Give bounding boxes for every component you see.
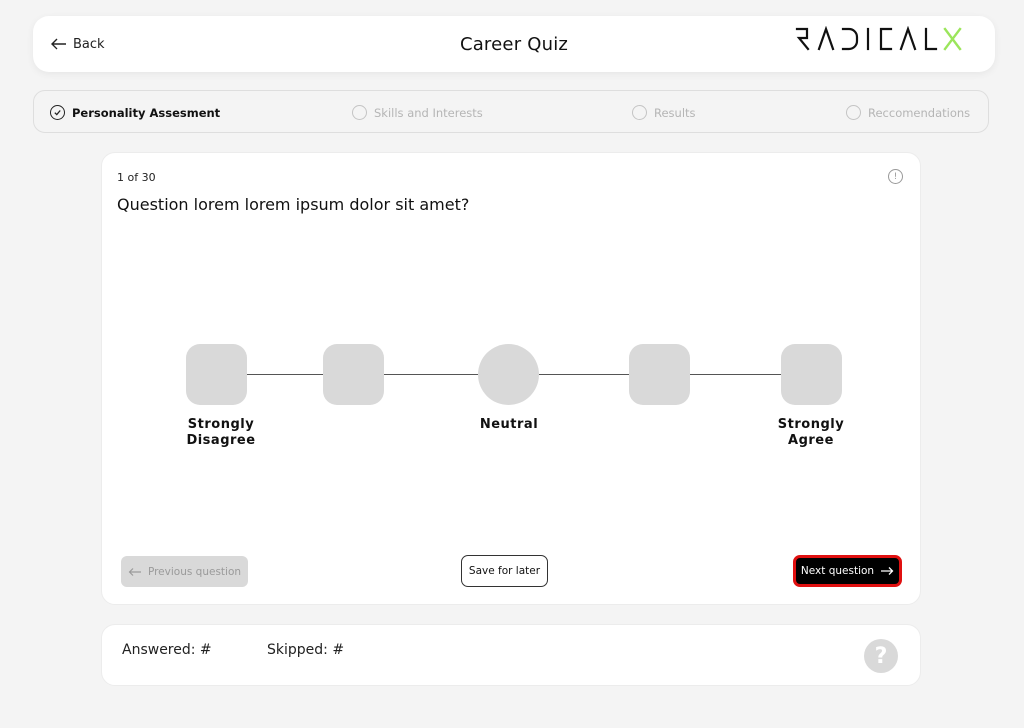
scale-connector (539, 374, 630, 375)
step-personality-assessment[interactable]: Personality Assesment (50, 91, 220, 134)
circle-icon (352, 105, 367, 120)
step-label: Personality Assesment (72, 105, 221, 120)
save-for-later-button[interactable]: Save for later (461, 555, 548, 587)
previous-label: Previous question (147, 565, 242, 578)
step-label: Reccomendations (868, 105, 971, 120)
circle-icon (632, 105, 647, 120)
step-results[interactable]: Results (632, 91, 696, 134)
option-disagree[interactable] (323, 344, 384, 405)
question-card: 1 of 30 ! Question lorem lorem ipsum dol… (101, 152, 921, 605)
scale-connector (384, 374, 479, 375)
radicalx-logo (795, 26, 962, 51)
info-icon[interactable]: ! (888, 169, 903, 184)
label-line: Disagree (186, 433, 256, 448)
step-label: Results (654, 105, 696, 120)
option-agree[interactable] (629, 344, 690, 405)
arrow-right-icon (881, 567, 894, 575)
check-circle-icon (50, 105, 65, 120)
step-recommendations[interactable]: Reccomendations (846, 91, 970, 134)
circle-icon (846, 105, 861, 120)
step-label: Skills and Interests (374, 105, 483, 120)
label-neutral: Neutral (479, 417, 539, 432)
previous-question-button[interactable]: Previous question (121, 556, 248, 587)
scale-connector (690, 374, 782, 375)
quiz-stats-bar: Answered: # Skipped: # ? (101, 624, 921, 686)
skipped-count: Skipped: # (267, 642, 345, 658)
label-strongly-agree: Strongly Agree (756, 417, 866, 449)
header-bar: Back Career Quiz (33, 16, 995, 72)
scale-connector (247, 374, 324, 375)
option-strongly-disagree[interactable] (186, 344, 247, 405)
step-skills-interests[interactable]: Skills and Interests (352, 91, 483, 134)
back-label: Back (73, 36, 105, 52)
label-line: Strongly (777, 417, 845, 432)
arrow-left-icon (128, 567, 141, 576)
help-icon[interactable]: ? (864, 639, 898, 673)
option-neutral[interactable] (478, 344, 539, 405)
label-line: Agree (788, 433, 834, 448)
label-strongly-disagree: Strongly Disagree (166, 417, 276, 449)
next-question-button[interactable]: Next question (793, 555, 902, 587)
arrow-left-icon (51, 38, 66, 50)
answered-count: Answered: # (122, 642, 212, 658)
question-counter: 1 of 30 (117, 171, 156, 184)
option-strongly-agree[interactable] (781, 344, 842, 405)
next-label: Next question (800, 565, 875, 577)
question-text: Question lorem lorem ipsum dolor sit ame… (117, 195, 470, 214)
back-button[interactable]: Back (51, 16, 105, 72)
progress-stepper: Personality Assesment Skills and Interes… (33, 90, 989, 133)
label-line: Strongly (187, 417, 255, 432)
